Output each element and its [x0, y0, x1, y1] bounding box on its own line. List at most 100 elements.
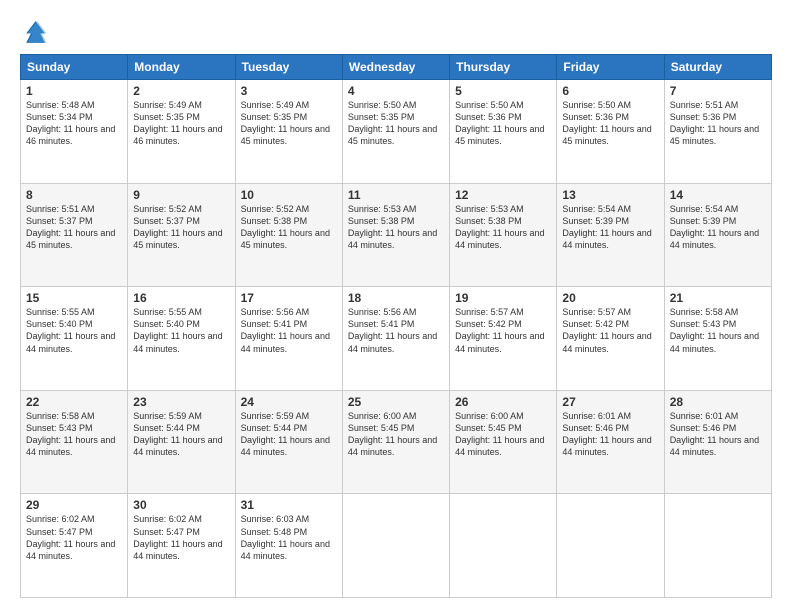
calendar-week-row: 1Sunrise: 5:48 AMSunset: 5:34 PMDaylight…	[21, 80, 772, 184]
day-info: Sunrise: 5:50 AMSunset: 5:35 PMDaylight:…	[348, 99, 444, 148]
day-info: Sunrise: 5:55 AMSunset: 5:40 PMDaylight:…	[133, 306, 229, 355]
calendar-cell: 8Sunrise: 5:51 AMSunset: 5:37 PMDaylight…	[21, 183, 128, 287]
calendar-cell: 11Sunrise: 5:53 AMSunset: 5:38 PMDayligh…	[342, 183, 449, 287]
day-number: 6	[562, 84, 658, 98]
calendar-week-row: 29Sunrise: 6:02 AMSunset: 5:47 PMDayligh…	[21, 494, 772, 598]
day-header: Wednesday	[342, 55, 449, 80]
day-info: Sunrise: 5:59 AMSunset: 5:44 PMDaylight:…	[133, 410, 229, 459]
day-info: Sunrise: 5:50 AMSunset: 5:36 PMDaylight:…	[562, 99, 658, 148]
calendar-cell: 31Sunrise: 6:03 AMSunset: 5:48 PMDayligh…	[235, 494, 342, 598]
calendar-cell: 20Sunrise: 5:57 AMSunset: 5:42 PMDayligh…	[557, 287, 664, 391]
day-number: 16	[133, 291, 229, 305]
day-number: 23	[133, 395, 229, 409]
day-number: 20	[562, 291, 658, 305]
day-info: Sunrise: 5:50 AMSunset: 5:36 PMDaylight:…	[455, 99, 551, 148]
day-info: Sunrise: 5:57 AMSunset: 5:42 PMDaylight:…	[562, 306, 658, 355]
calendar-cell: 2Sunrise: 5:49 AMSunset: 5:35 PMDaylight…	[128, 80, 235, 184]
calendar-cell: 29Sunrise: 6:02 AMSunset: 5:47 PMDayligh…	[21, 494, 128, 598]
day-info: Sunrise: 5:56 AMSunset: 5:41 PMDaylight:…	[348, 306, 444, 355]
calendar-cell: 4Sunrise: 5:50 AMSunset: 5:35 PMDaylight…	[342, 80, 449, 184]
day-number: 5	[455, 84, 551, 98]
day-number: 29	[26, 498, 122, 512]
day-info: Sunrise: 5:56 AMSunset: 5:41 PMDaylight:…	[241, 306, 337, 355]
day-info: Sunrise: 5:48 AMSunset: 5:34 PMDaylight:…	[26, 99, 122, 148]
calendar-cell: 25Sunrise: 6:00 AMSunset: 5:45 PMDayligh…	[342, 390, 449, 494]
day-number: 31	[241, 498, 337, 512]
calendar-cell: 23Sunrise: 5:59 AMSunset: 5:44 PMDayligh…	[128, 390, 235, 494]
day-info: Sunrise: 6:02 AMSunset: 5:47 PMDaylight:…	[133, 513, 229, 562]
calendar-week-row: 8Sunrise: 5:51 AMSunset: 5:37 PMDaylight…	[21, 183, 772, 287]
day-number: 19	[455, 291, 551, 305]
day-number: 21	[670, 291, 766, 305]
calendar-cell: 22Sunrise: 5:58 AMSunset: 5:43 PMDayligh…	[21, 390, 128, 494]
day-number: 10	[241, 188, 337, 202]
day-info: Sunrise: 5:58 AMSunset: 5:43 PMDaylight:…	[670, 306, 766, 355]
calendar-week-row: 15Sunrise: 5:55 AMSunset: 5:40 PMDayligh…	[21, 287, 772, 391]
day-header: Friday	[557, 55, 664, 80]
logo-icon	[20, 18, 48, 46]
calendar-cell: 19Sunrise: 5:57 AMSunset: 5:42 PMDayligh…	[450, 287, 557, 391]
day-info: Sunrise: 6:01 AMSunset: 5:46 PMDaylight:…	[562, 410, 658, 459]
day-number: 11	[348, 188, 444, 202]
calendar-cell	[342, 494, 449, 598]
day-number: 18	[348, 291, 444, 305]
day-info: Sunrise: 5:53 AMSunset: 5:38 PMDaylight:…	[455, 203, 551, 252]
day-header: Monday	[128, 55, 235, 80]
day-info: Sunrise: 5:54 AMSunset: 5:39 PMDaylight:…	[670, 203, 766, 252]
day-number: 1	[26, 84, 122, 98]
day-info: Sunrise: 5:51 AMSunset: 5:36 PMDaylight:…	[670, 99, 766, 148]
day-info: Sunrise: 5:57 AMSunset: 5:42 PMDaylight:…	[455, 306, 551, 355]
calendar-cell: 1Sunrise: 5:48 AMSunset: 5:34 PMDaylight…	[21, 80, 128, 184]
day-number: 13	[562, 188, 658, 202]
day-header: Saturday	[664, 55, 771, 80]
calendar-week-row: 22Sunrise: 5:58 AMSunset: 5:43 PMDayligh…	[21, 390, 772, 494]
day-header: Tuesday	[235, 55, 342, 80]
header	[20, 18, 772, 46]
day-number: 27	[562, 395, 658, 409]
day-number: 7	[670, 84, 766, 98]
calendar-cell	[557, 494, 664, 598]
calendar-cell: 26Sunrise: 6:00 AMSunset: 5:45 PMDayligh…	[450, 390, 557, 494]
calendar-cell: 7Sunrise: 5:51 AMSunset: 5:36 PMDaylight…	[664, 80, 771, 184]
calendar-table: SundayMondayTuesdayWednesdayThursdayFrid…	[20, 54, 772, 598]
day-info: Sunrise: 6:00 AMSunset: 5:45 PMDaylight:…	[455, 410, 551, 459]
calendar-cell: 16Sunrise: 5:55 AMSunset: 5:40 PMDayligh…	[128, 287, 235, 391]
calendar-cell: 18Sunrise: 5:56 AMSunset: 5:41 PMDayligh…	[342, 287, 449, 391]
day-number: 17	[241, 291, 337, 305]
day-number: 30	[133, 498, 229, 512]
day-info: Sunrise: 6:02 AMSunset: 5:47 PMDaylight:…	[26, 513, 122, 562]
calendar-cell: 14Sunrise: 5:54 AMSunset: 5:39 PMDayligh…	[664, 183, 771, 287]
day-number: 4	[348, 84, 444, 98]
calendar-cell: 9Sunrise: 5:52 AMSunset: 5:37 PMDaylight…	[128, 183, 235, 287]
day-info: Sunrise: 5:52 AMSunset: 5:37 PMDaylight:…	[133, 203, 229, 252]
day-number: 26	[455, 395, 551, 409]
day-number: 24	[241, 395, 337, 409]
day-number: 12	[455, 188, 551, 202]
calendar-cell: 13Sunrise: 5:54 AMSunset: 5:39 PMDayligh…	[557, 183, 664, 287]
day-number: 22	[26, 395, 122, 409]
day-number: 28	[670, 395, 766, 409]
day-header: Sunday	[21, 55, 128, 80]
day-info: Sunrise: 5:54 AMSunset: 5:39 PMDaylight:…	[562, 203, 658, 252]
day-info: Sunrise: 5:59 AMSunset: 5:44 PMDaylight:…	[241, 410, 337, 459]
day-number: 14	[670, 188, 766, 202]
calendar-cell: 5Sunrise: 5:50 AMSunset: 5:36 PMDaylight…	[450, 80, 557, 184]
day-number: 9	[133, 188, 229, 202]
page: SundayMondayTuesdayWednesdayThursdayFrid…	[0, 0, 792, 612]
calendar-cell: 27Sunrise: 6:01 AMSunset: 5:46 PMDayligh…	[557, 390, 664, 494]
calendar-cell: 10Sunrise: 5:52 AMSunset: 5:38 PMDayligh…	[235, 183, 342, 287]
day-number: 8	[26, 188, 122, 202]
day-number: 25	[348, 395, 444, 409]
day-info: Sunrise: 6:01 AMSunset: 5:46 PMDaylight:…	[670, 410, 766, 459]
day-info: Sunrise: 5:55 AMSunset: 5:40 PMDaylight:…	[26, 306, 122, 355]
calendar-cell: 12Sunrise: 5:53 AMSunset: 5:38 PMDayligh…	[450, 183, 557, 287]
day-info: Sunrise: 5:53 AMSunset: 5:38 PMDaylight:…	[348, 203, 444, 252]
calendar-cell	[664, 494, 771, 598]
day-info: Sunrise: 5:49 AMSunset: 5:35 PMDaylight:…	[133, 99, 229, 148]
calendar-cell: 6Sunrise: 5:50 AMSunset: 5:36 PMDaylight…	[557, 80, 664, 184]
calendar-cell	[450, 494, 557, 598]
calendar-cell: 21Sunrise: 5:58 AMSunset: 5:43 PMDayligh…	[664, 287, 771, 391]
day-info: Sunrise: 5:52 AMSunset: 5:38 PMDaylight:…	[241, 203, 337, 252]
day-number: 15	[26, 291, 122, 305]
day-info: Sunrise: 6:03 AMSunset: 5:48 PMDaylight:…	[241, 513, 337, 562]
